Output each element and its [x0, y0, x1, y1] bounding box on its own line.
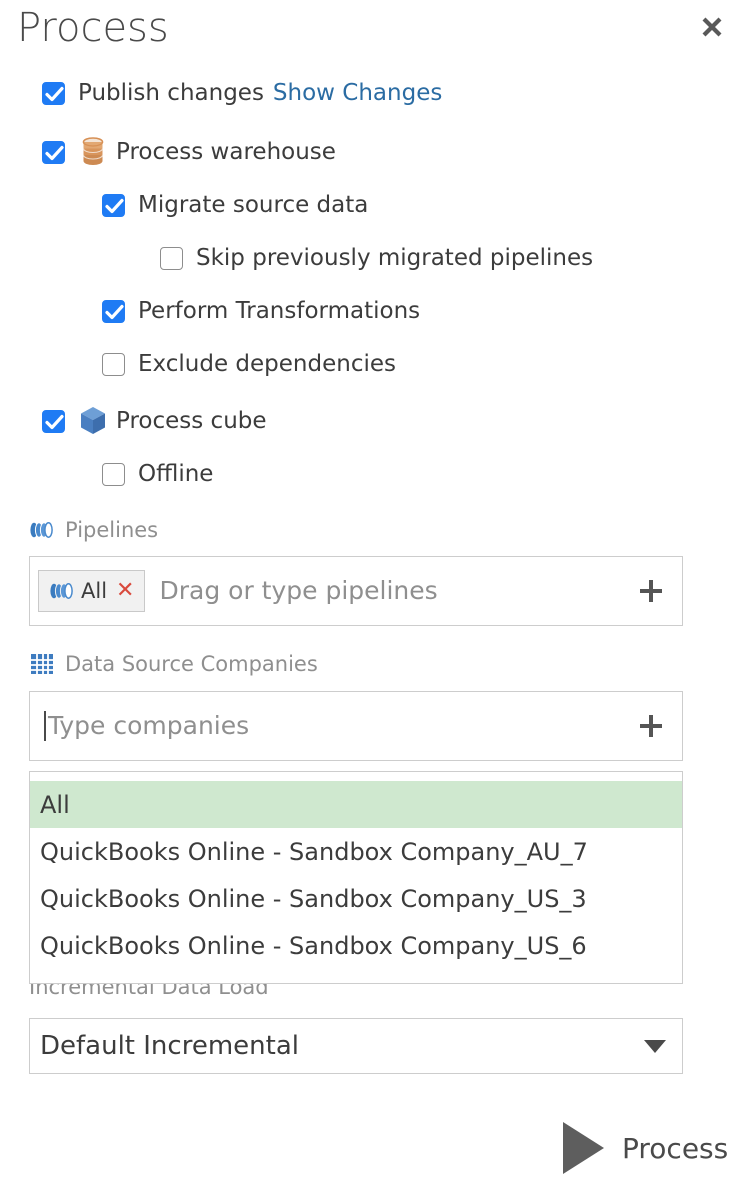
add-pipeline-button[interactable]: [634, 574, 668, 608]
companies-input-box[interactable]: Type companies: [29, 691, 683, 761]
add-company-button[interactable]: [634, 709, 668, 743]
check-icon: [105, 198, 124, 215]
pipelines-icon: [49, 581, 75, 601]
close-button[interactable]: [695, 10, 729, 44]
check-icon: [45, 145, 64, 162]
show-changes-link[interactable]: Show Changes: [273, 80, 442, 106]
option-row-exclude-dependencies[interactable]: Exclude dependencies: [102, 349, 396, 379]
suggestion-item[interactable]: QuickBooks Online - Sandbox Company_US_3: [30, 875, 682, 922]
suggestion-label: QuickBooks Online - Sandbox Company_US_6: [40, 932, 587, 960]
option-label-perform-transformations: Perform Transformations: [138, 298, 420, 324]
remove-x-icon[interactable]: ✕: [116, 581, 134, 601]
checkbox-publish-changes[interactable]: [42, 82, 65, 105]
companies-label-text: Data Source Companies: [65, 652, 318, 676]
suggestion-label: All: [40, 791, 70, 819]
check-icon: [105, 304, 124, 321]
option-label-migrate-source-data: Migrate source data: [138, 192, 368, 218]
option-row-migrate-source-data[interactable]: Migrate source data: [102, 190, 368, 220]
checkbox-process-warehouse[interactable]: [42, 141, 65, 164]
checkbox-perform-transformations[interactable]: [102, 300, 125, 323]
option-row-process-warehouse[interactable]: Process warehouse: [42, 137, 336, 167]
pipelines-input-box[interactable]: All ✕ Drag or type pipelines: [29, 556, 683, 626]
option-row-skip-previously-migrated-pipelines[interactable]: Skip previously migrated pipelines: [160, 243, 593, 273]
chevron-down-icon: [644, 1040, 666, 1053]
option-label-process-cube: Process cube: [116, 408, 267, 434]
incremental-data-load-select[interactable]: Default Incremental: [29, 1018, 683, 1074]
option-label-process-warehouse: Process warehouse: [116, 139, 336, 165]
plus-icon: [636, 576, 666, 606]
companies-field-label: Data Source Companies: [29, 652, 318, 676]
page-title: Process: [17, 2, 169, 54]
text-cursor: [44, 711, 46, 741]
checkbox-offline[interactable]: [102, 463, 125, 486]
option-row-process-cube[interactable]: Process cube: [42, 406, 267, 436]
database-cylinder-icon: [78, 137, 108, 167]
pipelines-icon: [29, 519, 55, 541]
play-triangle-icon: [563, 1122, 604, 1174]
pipeline-chip-all[interactable]: All ✕: [38, 570, 145, 612]
process-button-label: Process: [622, 1132, 728, 1165]
pipelines-placeholder: Drag or type pipelines: [159, 576, 634, 606]
option-label-publish-changes: Publish changes: [78, 80, 264, 106]
suggestion-item[interactable]: QuickBooks Online - Sandbox Company_AU_7: [30, 828, 682, 875]
pipelines-label-text: Pipelines: [65, 518, 158, 542]
checkbox-migrate-source-data[interactable]: [102, 194, 125, 217]
pipeline-chip-label: All: [81, 579, 107, 603]
suggestion-label: QuickBooks Online - Sandbox Company_US_3: [40, 885, 587, 913]
option-label-exclude-dependencies: Exclude dependencies: [138, 351, 396, 377]
cube-icon: [78, 406, 108, 436]
option-row-publish-changes[interactable]: Publish changes Show Changes: [42, 78, 442, 108]
check-icon: [45, 414, 64, 431]
suggestion-label: QuickBooks Online - Sandbox Company_AU_7: [40, 838, 588, 866]
option-label-skip-previously-migrated-pipelines: Skip previously migrated pipelines: [196, 245, 593, 271]
checkbox-exclude-dependencies[interactable]: [102, 353, 125, 376]
process-button[interactable]: Process: [563, 1122, 728, 1174]
checkbox-skip-previously-migrated-pipelines[interactable]: [160, 247, 183, 270]
plus-icon: [636, 711, 666, 741]
checkbox-process-cube[interactable]: [42, 410, 65, 433]
companies-placeholder: Type companies: [48, 711, 634, 741]
table-grid-icon: [29, 653, 55, 675]
check-icon: [45, 86, 64, 103]
option-label-offline: Offline: [138, 461, 213, 487]
close-icon: [699, 14, 725, 40]
companies-suggestion-list[interactable]: All QuickBooks Online - Sandbox Company_…: [29, 771, 683, 984]
incremental-select-value: Default Incremental: [40, 1031, 644, 1061]
dialog-header: Process: [0, 0, 747, 62]
suggestion-item[interactable]: QuickBooks Online - Sandbox Company_US_6: [30, 922, 682, 969]
option-row-offline[interactable]: Offline: [102, 459, 213, 489]
option-row-perform-transformations[interactable]: Perform Transformations: [102, 296, 420, 326]
suggestion-item[interactable]: All: [30, 781, 682, 828]
pipelines-field-label: Pipelines: [29, 518, 158, 542]
